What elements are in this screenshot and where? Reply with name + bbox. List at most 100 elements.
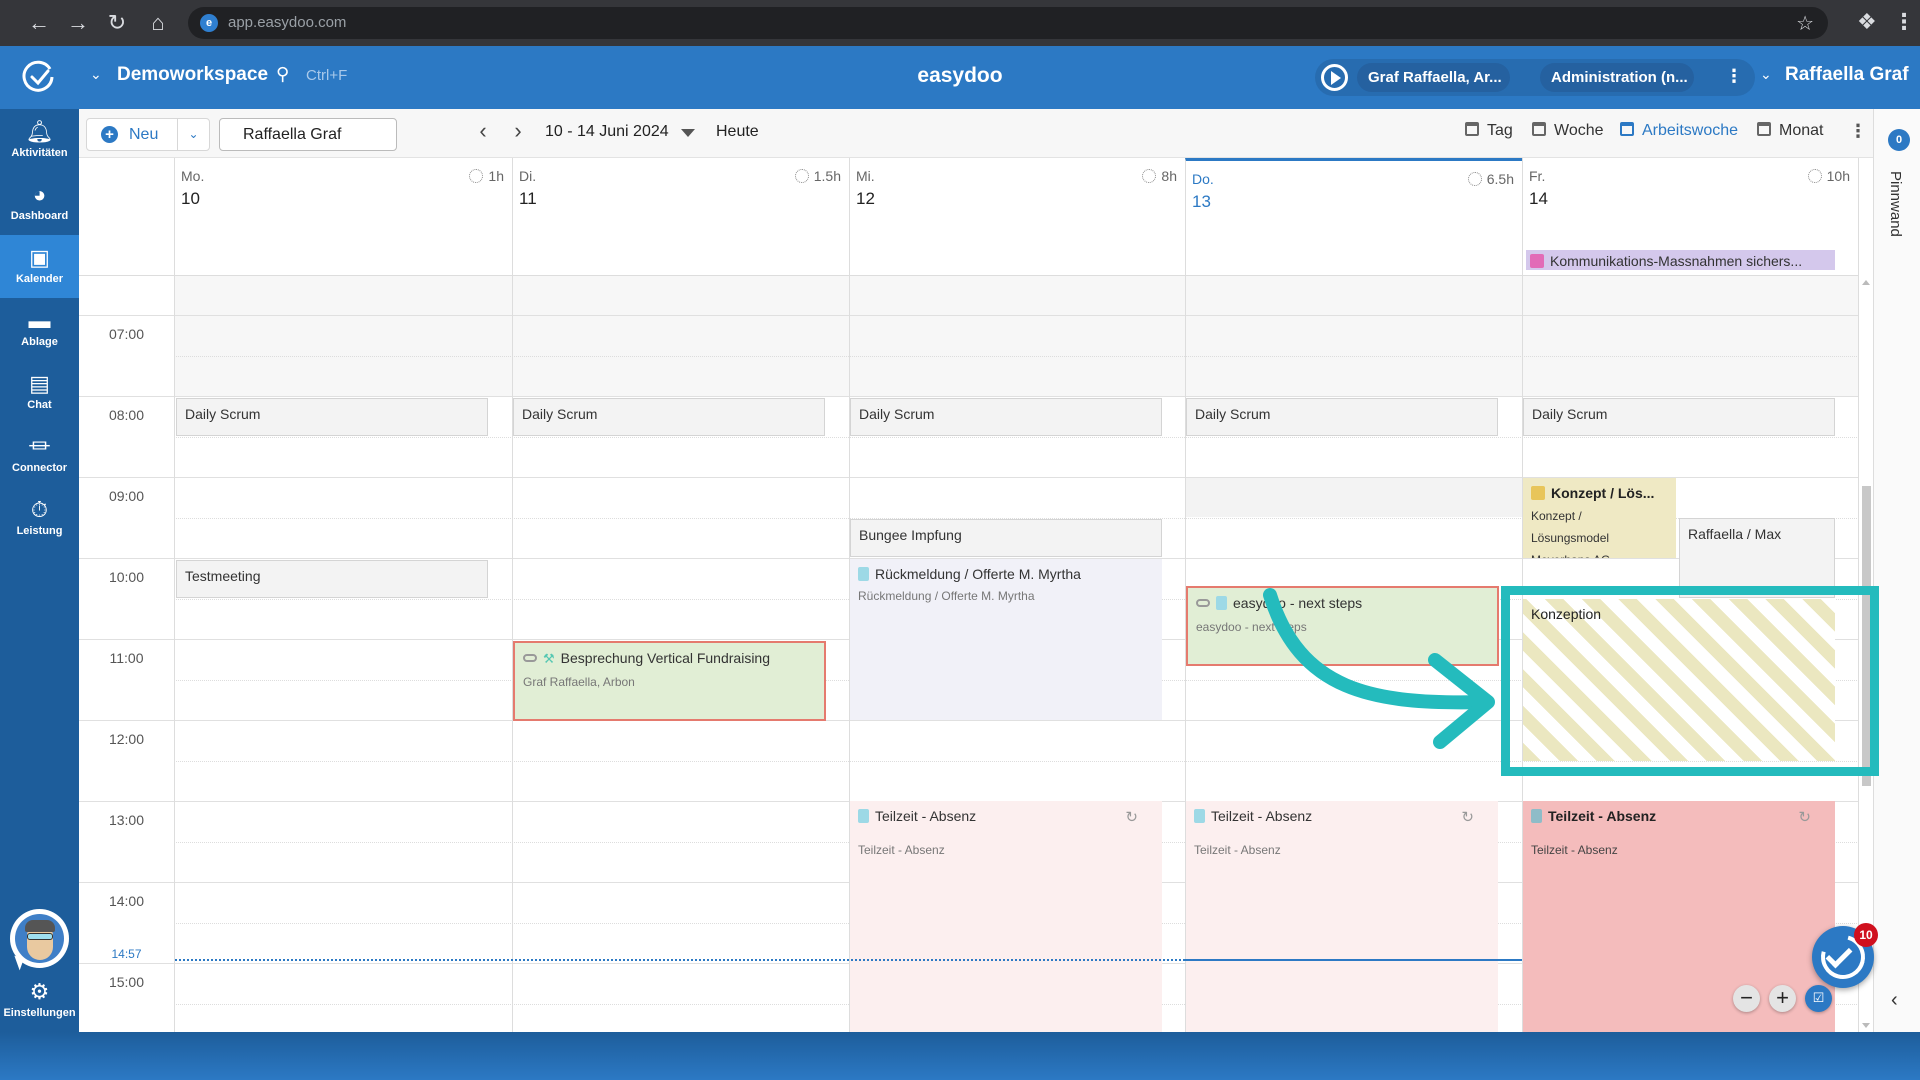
search-icon[interactable]: ⚲ <box>276 64 289 85</box>
sidebar: 🔔︎ Aktivitäten ◕ Dashboard ▣ Kalender ▬ … <box>0 109 79 1032</box>
date-range-caret-icon[interactable] <box>681 129 695 137</box>
pinboard-panel[interactable]: 0 Pinnwand ‹ <box>1873 109 1920 1032</box>
view-arbeitswoche-button[interactable]: Arbeitswoche <box>1620 122 1738 140</box>
calendar-week-icon <box>1532 122 1546 136</box>
calendar-workweek-icon <box>1620 122 1634 136</box>
gear-icon: ⚙︎ <box>29 979 50 1004</box>
view-more-icon[interactable]: ⋮ <box>1849 121 1867 142</box>
today-button[interactable]: Heute <box>716 123 759 141</box>
collapse-panel-chevron-icon[interactable]: ‹ <box>1891 989 1898 1012</box>
event-daily-scrum-fri[interactable]: Daily Scrum <box>1523 398 1835 436</box>
zoom-in-button[interactable]: + <box>1769 985 1796 1012</box>
user-menu[interactable]: Raffaella Graf <box>1785 64 1909 86</box>
workspace-name[interactable]: Demoworkspace <box>117 64 268 86</box>
current-time-line-today <box>1185 959 1522 961</box>
bell-icon: 🔔︎ <box>25 119 54 144</box>
play-timer-button[interactable] <box>1321 64 1348 91</box>
calendar-icon: ▣ <box>29 245 50 270</box>
sidebar-item-ablage[interactable]: ▬ Ablage <box>0 298 79 361</box>
link-icon <box>523 654 537 662</box>
time-label: 14:00 <box>108 893 145 909</box>
allday-event[interactable]: Kommunikations-Massnahmen sichers... <box>1526 250 1835 270</box>
current-time-line <box>175 959 1185 961</box>
event-daily-scrum-thu[interactable]: Daily Scrum <box>1186 398 1498 436</box>
sidebar-item-dashboard[interactable]: ◕ Dashboard <box>0 172 79 235</box>
forward-icon[interactable]: → <box>65 10 91 36</box>
bookmark-star-icon[interactable]: ☆ <box>1796 11 1814 36</box>
home-icon[interactable]: ⌂ <box>145 10 171 36</box>
reload-icon[interactable]: ↻ <box>104 10 130 36</box>
sidebar-item-leistung[interactable]: ⏱︎ Leistung <box>0 487 79 550</box>
clock-icon <box>469 169 484 183</box>
event-rueckmeldung[interactable]: Rückmeldung / Offerte M. Myrtha Rückmeld… <box>850 559 1162 720</box>
address-bar[interactable]: e app.easydoo.com ☆ <box>188 7 1828 39</box>
event-bungee-impfung[interactable]: Bungee Impfung <box>850 519 1162 557</box>
day-name: Di. <box>519 168 537 184</box>
event-daily-scrum-mon[interactable]: Daily Scrum <box>176 398 488 436</box>
person-icon <box>1530 254 1544 268</box>
new-button[interactable]: + Neu <box>86 118 178 151</box>
user-menu-chevron-icon[interactable]: ⌄ <box>1760 66 1772 83</box>
pinboard-count-badge: 0 <box>1888 129 1910 151</box>
recurring-icon: ↻ <box>1125 809 1138 826</box>
jump-to-today-calendar-icon[interactable]: ☑ <box>1805 985 1832 1012</box>
day-header-thu[interactable]: Do. 13 6.5h <box>1185 158 1522 275</box>
workspace-chevron-icon[interactable]: ⌄ <box>90 66 102 83</box>
new-dropdown-chevron-icon[interactable]: ⌄ <box>177 118 210 151</box>
plug-icon: ⏛ <box>28 434 51 459</box>
tutorial-highlight-box <box>1501 586 1879 776</box>
timer-project-selector[interactable]: Administration (n... <box>1540 63 1694 92</box>
sidebar-label: Dashboard <box>10 210 69 222</box>
view-tag-button[interactable]: Tag <box>1465 122 1513 140</box>
sidebar-label: Einstellungen <box>3 1007 76 1019</box>
gauge-icon: ◕ <box>32 182 47 207</box>
folder-icon: ▬ <box>28 308 51 333</box>
time-label: 13:00 <box>108 812 145 828</box>
sidebar-item-connector[interactable]: ⏛ Connector <box>0 424 79 487</box>
sidebar-item-chat[interactable]: ▤ Chat <box>0 361 79 424</box>
zoom-out-button[interactable]: − <box>1733 985 1760 1012</box>
event-konzept-loesungsmodel[interactable]: Konzept / Lös... Konzept / Lösungsmodel … <box>1523 478 1676 558</box>
current-time-label: 14:57 <box>111 947 142 961</box>
time-tracker: Graf Raffaella, Ar... Administration (n.… <box>1315 59 1755 96</box>
day-header-wed[interactable]: Mi. 12 8h <box>849 158 1185 275</box>
view-monat-button[interactable]: Monat <box>1757 122 1823 140</box>
scroll-up-arrow-icon[interactable] <box>1862 280 1870 285</box>
event-testmeeting[interactable]: Testmeeting <box>176 560 488 598</box>
day-date: 12 <box>856 189 875 208</box>
time-label: 07:00 <box>108 326 145 342</box>
day-header-tue[interactable]: Di. 11 1.5h <box>512 158 849 275</box>
url-text[interactable]: app.easydoo.com <box>228 14 346 31</box>
date-range-label[interactable]: 10 - 14 Juni 2024 <box>545 123 669 141</box>
search-shortcut-hint[interactable]: Ctrl+F <box>306 67 347 84</box>
pinboard-label[interactable]: Pinnwand <box>1887 171 1904 237</box>
sidebar-item-aktivitaeten[interactable]: 🔔︎ Aktivitäten <box>0 109 79 172</box>
event-besprechung-vertical-fundraising[interactable]: ⚒ Besprechung Vertical Fundraising Graf R… <box>513 641 826 721</box>
timer-more-icon[interactable]: ⋮ <box>1725 66 1743 87</box>
calendar-toolbar: + Neu ⌄ ‹ › 10 - 14 Juni 2024 Heute Tag … <box>79 109 1873 158</box>
clipboard-icon <box>1216 596 1227 610</box>
event-daily-scrum-wed[interactable]: Daily Scrum <box>850 398 1162 436</box>
event-teilzeit-wed[interactable]: Teilzeit - Absenz Teilzeit - Absenz ↻ <box>850 801 1162 1032</box>
user-avatar[interactable] <box>10 909 69 971</box>
sidebar-item-kalender[interactable]: ▣ Kalender <box>0 235 79 298</box>
easydoo-logo-icon[interactable] <box>22 60 56 94</box>
day-header-mon[interactable]: Mo. 10 1h <box>174 158 512 275</box>
next-week-button[interactable]: › <box>508 118 528 144</box>
previous-week-button[interactable]: ‹ <box>473 118 493 144</box>
view-woche-button[interactable]: Woche <box>1532 122 1604 140</box>
browser-menu-icon[interactable]: ⋮ <box>1893 9 1915 35</box>
sidebar-item-einstellungen[interactable]: ⚙︎ Einstellungen <box>0 969 79 1032</box>
plus-icon: + <box>101 126 118 143</box>
day-hours: 8h <box>1142 168 1177 184</box>
person-filter-input[interactable] <box>219 118 397 151</box>
event-easydoo-next-steps[interactable]: easydoo - next steps easydoo - next step… <box>1186 586 1499 666</box>
extensions-icon[interactable]: ❖ <box>1857 9 1877 35</box>
event-teilzeit-thu[interactable]: Teilzeit - Absenz Teilzeit - Absenz ↻ <box>1186 801 1498 1032</box>
event-daily-scrum-tue[interactable]: Daily Scrum <box>513 398 825 436</box>
stopwatch-icon: ⏱︎ <box>30 497 49 522</box>
timer-user-selector[interactable]: Graf Raffaella, Ar... <box>1357 63 1510 92</box>
scroll-down-arrow-icon[interactable] <box>1862 1023 1870 1028</box>
person-icon <box>1531 486 1545 500</box>
back-icon[interactable]: ← <box>26 10 52 36</box>
